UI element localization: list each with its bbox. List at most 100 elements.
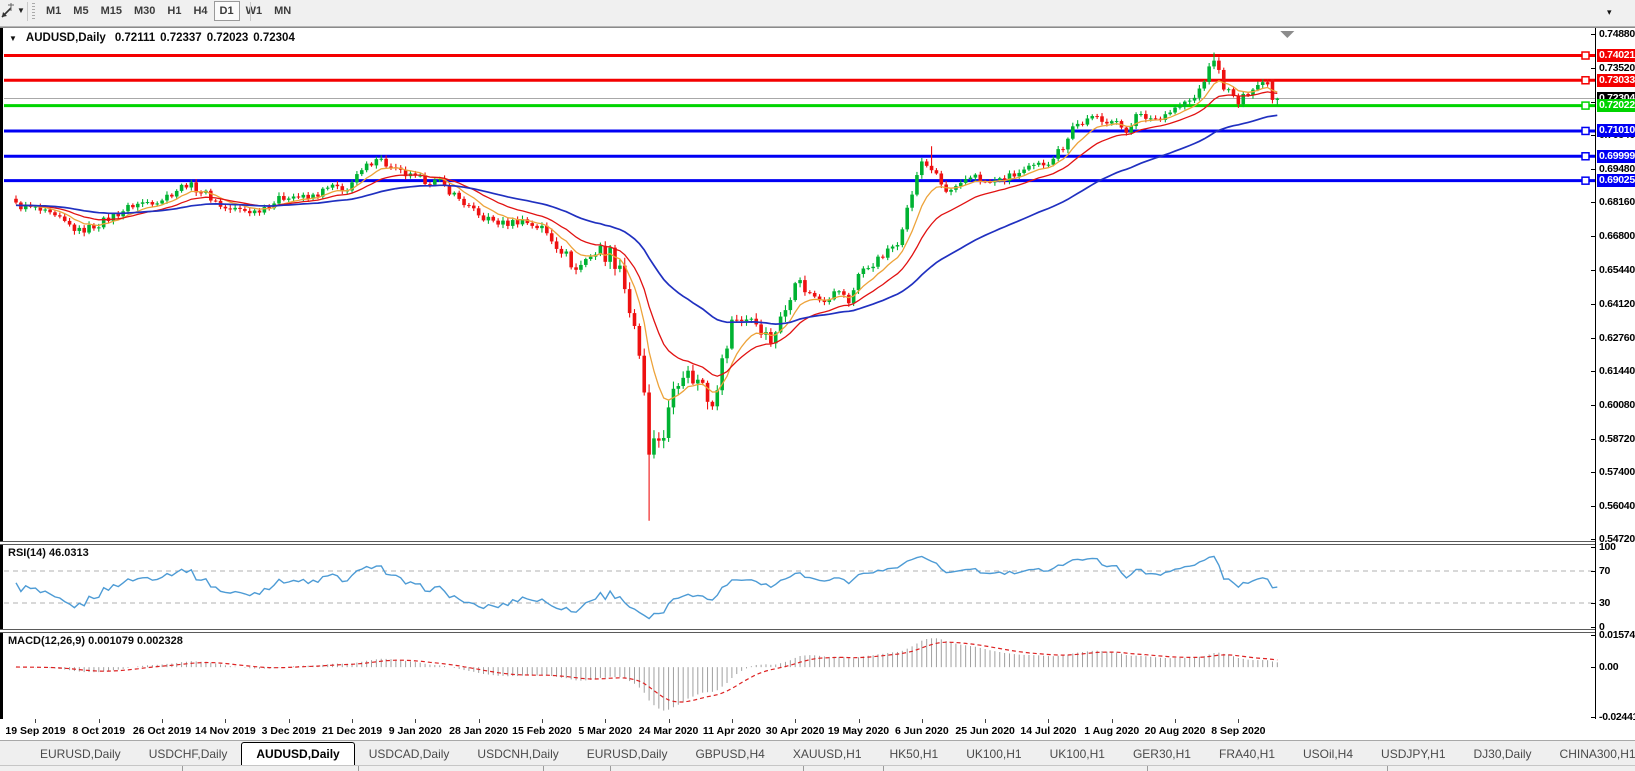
price-tick-label: 0.56040 [1599,500,1635,512]
macd-panel[interactable]: MACD(12,26,9) 0.001079 0.002328 [4,633,1595,719]
chart-tab-fra40-h1[interactable]: FRA40,H1 [1205,744,1289,765]
axis-tick [1591,405,1595,406]
axis-tick [1591,506,1595,507]
price-tick-label: 0.68160 [1599,196,1635,208]
axis-tick [1591,34,1595,35]
date-label: 9 Jan 2020 [389,725,442,737]
chart-symbol-label: AUDUSD,Daily [26,32,106,44]
price-tick-label: 0.58720 [1599,433,1635,445]
price-tick-label: 0.64120 [1599,298,1635,310]
chart-tabs-bar: EURUSD,DailyUSDCHF,DailyAUDUSD,DailyUSDC… [0,740,1635,765]
line-end-handle [1582,52,1589,59]
chart-tab-gbpusd-h4[interactable]: GBPUSD,H4 [681,744,778,765]
axis-tick [1591,603,1595,604]
tool-dropdown-icon[interactable]: ▼ [17,6,25,15]
toolbar-separator [250,2,251,21]
chart-tab-eurusd-daily[interactable]: EURUSD,Daily [573,744,682,765]
price-tick-label: 0.74880 [1599,28,1635,40]
date-axis-tick [415,719,416,723]
chart-tab-usdcnh-daily[interactable]: USDCNH,Daily [463,744,572,765]
timeframe-button-m1[interactable]: M1 [40,1,67,21]
toolbar-grip[interactable] [32,3,35,20]
chart-dropdown-icon[interactable]: ▼ [9,34,17,43]
mt4-terminal: ▼ M1M5M15M30H1H4D1W1MN ▾ ▼ AUDUSD,Daily … [0,0,1635,771]
price-level-tag: 0.71010 [1597,124,1635,137]
chart-tab-dj30-daily[interactable]: DJ30,Daily [1460,744,1546,765]
date-axis-tick [479,719,480,723]
panel-column-seam [883,766,884,771]
date-axis-tick [542,719,543,723]
candles [14,53,1279,521]
chart-tab-uk100-h1[interactable]: UK100,H1 [952,744,1035,765]
timeframe-button-h4[interactable]: H4 [187,1,213,21]
price-tick-label: 0.65440 [1599,264,1635,276]
axis-tick [1591,472,1595,473]
chart-tab-xauusd-h1[interactable]: XAUUSD,H1 [779,744,876,765]
timeframe-button-w1[interactable]: W1 [240,1,269,21]
line-end-handle [1582,177,1589,184]
date-label: 6 Jun 2020 [895,725,949,737]
chart-tab-eurusd-daily[interactable]: EURUSD,Daily [26,744,135,765]
timeframe-buttons: M1M5M15M30H1H4D1W1MN [40,1,297,22]
date-axis-tick [795,719,796,723]
date-label: 19 May 2020 [828,725,889,737]
date-axis-tick [1175,719,1176,723]
axis-tick [1591,169,1595,170]
date-axis[interactable]: 19 Sep 20198 Oct 201926 Oct 201914 Nov 2… [4,719,1595,741]
date-label: 30 Apr 2020 [766,725,825,737]
line-end-handle [1582,102,1589,109]
panel-column-seam [610,766,611,771]
rsi-chart[interactable] [4,545,1595,629]
chart-tab-usdcad-daily[interactable]: USDCAD,Daily [355,744,464,765]
axis-tick [1591,338,1595,339]
date-label: 25 Jun 2020 [955,725,1015,737]
date-axis-tick [922,719,923,723]
rsi-panel[interactable]: RSI(14) 46.0313 [4,545,1595,629]
chart-tab-hk50-h1[interactable]: HK50,H1 [876,744,953,765]
date-label: 14 Jul 2020 [1020,725,1076,737]
chart-tab-usoil-h4[interactable]: USOil,H4 [1289,744,1367,765]
macd-chart[interactable] [4,633,1595,719]
toolbar-overflow-icon[interactable]: ▾ [1607,7,1612,18]
price-axis[interactable]: 0.748800.735200.721600.708400.694800.681… [1596,28,1635,741]
axis-tick [1591,102,1595,103]
axis-tick [1591,717,1595,718]
axis-tick [1591,635,1595,636]
line-end-handle [1582,153,1589,160]
date-label: 24 Mar 2020 [639,725,699,737]
bar-close-value: 0.72304 [253,32,295,44]
candlestick-chart[interactable] [4,29,1595,541]
price-tick-label: 0.62760 [1599,332,1635,344]
axis-tick [1591,304,1595,305]
timeframe-button-h1[interactable]: H1 [161,1,187,21]
fast-ma-line [16,81,1277,400]
chart-tab-china300-h1[interactable]: CHINA300,H1 [1546,744,1635,765]
macd-tick-label: 0.015741 [1599,629,1635,641]
rsi-tick-label: 100 [1599,541,1616,553]
chart-tab-ger30-h1[interactable]: GER30,H1 [1119,744,1205,765]
timeframe-button-m30[interactable]: M30 [128,1,161,21]
line-end-handle [1582,77,1589,84]
chart-tab-usdchf-daily[interactable]: USDCHF,Daily [135,744,242,765]
timeframe-button-m15[interactable]: M15 [95,1,128,21]
rsi-tick-label: 30 [1599,597,1610,609]
date-axis-tick [99,719,100,723]
price-tick-label: 0.57400 [1599,466,1635,478]
date-label: 28 Jan 2020 [449,725,508,737]
chart-tab-audusd-daily[interactable]: AUDUSD,Daily [241,742,354,765]
timeframe-button-m5[interactable]: M5 [67,1,94,21]
price-level-tag: 0.72022 [1597,99,1635,112]
chart-tab-uk100-h1[interactable]: UK100,H1 [1036,744,1119,765]
date-axis-tick [605,719,606,723]
timeframe-button-d1[interactable]: D1 [214,1,240,21]
date-axis-tick [225,719,226,723]
date-axis-tick [1048,719,1049,723]
axis-tick [1591,270,1595,271]
chart-tab-usdjpy-h1[interactable]: USDJPY,H1 [1367,744,1459,765]
crosshair-tool-icon[interactable] [0,3,16,19]
axis-tick [1591,667,1595,668]
chart-shift-marker-icon [1280,31,1294,38]
main-price-chart[interactable]: ▼ AUDUSD,Daily 0.72111 0.72337 0.72023 0… [4,29,1595,541]
timeframe-button-mn[interactable]: MN [268,1,297,21]
date-axis-tick [1112,719,1113,723]
